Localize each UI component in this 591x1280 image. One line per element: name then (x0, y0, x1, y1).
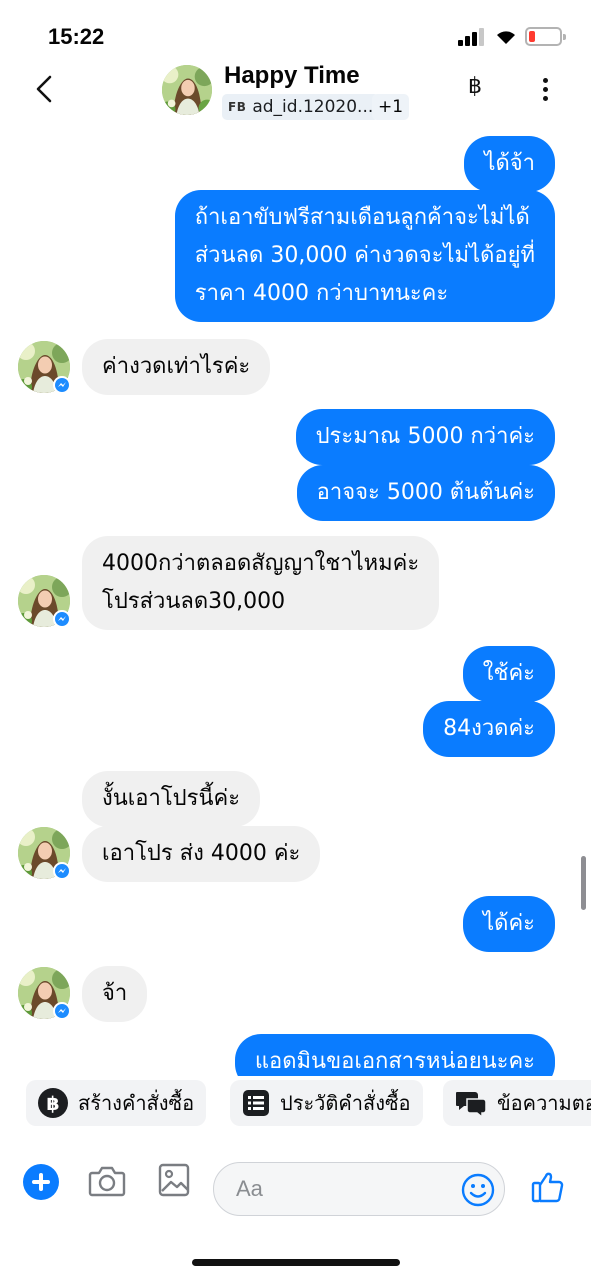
status-bar: 15:22 (0, 0, 591, 60)
thumbs-up-icon[interactable] (530, 1168, 566, 1204)
order-history-label: ประวัติคำสั่งซื้อ (280, 1091, 411, 1115)
sender-avatar[interactable] (18, 967, 70, 1019)
message-text: ส่วนลด 30,000 ค่างวดจะไม่ได้อยู่ที่ (194, 243, 535, 268)
message-text: ราคา 4000 กว่าบาทนะคะ (194, 281, 449, 306)
contact-avatar[interactable] (162, 65, 212, 115)
wifi-icon (497, 31, 515, 44)
message-text: งั้นเอาโปรนี้ค่ะ (102, 786, 241, 811)
message-bubble-incoming[interactable]: ค่างวดเท่าไรค่ะ (82, 339, 271, 395)
message-bubble-outgoing[interactable]: แอดมินขอเอกสารหน่อยนะคะ (234, 1034, 555, 1076)
message-text: ประมาณ 5000 กว่าค่ะ (315, 424, 535, 449)
order-history-button[interactable]: ประวัติคำสั่งซื้อ (230, 1080, 423, 1126)
quick-actions-bar: ฿ สร้างคำสั่งซื้อ ประวัติคำสั่งซื้อ ข้อค… (0, 1076, 591, 1132)
add-attachment-button[interactable] (23, 1164, 59, 1200)
message-text: เอาโปร ส่ง 4000 ค่ะ (102, 841, 301, 866)
message-bubble-outgoing[interactable]: ประมาณ 5000 กว่าค่ะ (295, 409, 555, 465)
baht-circle-icon: ฿ (38, 1088, 68, 1118)
message-bubble-incoming[interactable]: 4000กว่าตลอดสัญญาใชาไหมค่ะ โปรส่วนลด30,0… (82, 536, 440, 630)
chat-bubbles-icon (456, 1092, 487, 1117)
facebook-source-tag: FB (228, 100, 247, 114)
svg-text:฿: ฿ (46, 1093, 59, 1115)
saved-replies-label: ข้อความตอ (497, 1091, 591, 1115)
message-bubble-incoming[interactable]: จ้า (82, 966, 148, 1022)
message-bubble-outgoing[interactable]: 84งวดค่ะ (423, 701, 555, 757)
sender-avatar[interactable] (18, 575, 70, 627)
ad-id-chip[interactable]: FB ad_id.12020... (222, 94, 380, 120)
status-time: 15:22 (48, 24, 105, 49)
message-text: อาจจะ 5000 ต้นต้นค่ะ (316, 480, 535, 505)
message-input-placeholder: Aa (236, 1176, 263, 1201)
message-text: ถ้าเอาขับฟรีสามเดือนลูกค้าจะไม่ได้ (194, 205, 530, 230)
more-options-icon[interactable] (540, 78, 552, 102)
ad-id-label: ad_id.12020... (252, 97, 374, 117)
message-composer: Aa (0, 1150, 591, 1230)
message-text: ได้ค่ะ (483, 911, 535, 936)
message-bubble-outgoing[interactable]: ได้จ้า (464, 136, 555, 192)
extra-tags-count[interactable]: +1 (372, 94, 410, 120)
message-bubble-outgoing[interactable]: ได้ค่ะ (463, 896, 555, 952)
gallery-icon[interactable] (158, 1162, 190, 1198)
scrollbar[interactable] (581, 856, 586, 910)
list-icon (243, 1090, 269, 1116)
message-text: ได้จ้า (484, 151, 535, 176)
create-order-label: สร้างคำสั่งซื้อ (78, 1091, 195, 1115)
message-text: 84งวดค่ะ (443, 716, 535, 741)
camera-icon[interactable] (88, 1164, 126, 1198)
message-bubble-incoming[interactable]: งั้นเอาโปรนี้ค่ะ (82, 771, 261, 827)
contact-name[interactable]: Happy Time (224, 62, 360, 90)
battery-icon (525, 27, 566, 46)
emoji-icon[interactable] (460, 1172, 496, 1208)
message-list[interactable]: ได้จ้า ถ้าเอาขับฟรีสามเดือนลูกค้าจะไม่ได… (0, 128, 591, 1076)
sender-avatar[interactable] (18, 827, 70, 879)
message-text: 4000กว่าตลอดสัญญาใชาไหมค่ะ (102, 551, 420, 576)
cellular-signal-icon (458, 28, 486, 46)
home-indicator[interactable] (192, 1259, 400, 1266)
chat-header: Happy Time FB ad_id.12020... +1 ฿ (0, 60, 591, 128)
create-order-button[interactable]: ฿ สร้างคำสั่งซื้อ (26, 1080, 207, 1126)
saved-replies-button[interactable]: ข้อความตอ (443, 1080, 591, 1126)
message-bubble-incoming[interactable]: เอาโปร ส่ง 4000 ค่ะ (82, 826, 321, 882)
message-bubble-outgoing[interactable]: อาจจะ 5000 ต้นต้นค่ะ (296, 465, 555, 521)
sender-avatar[interactable] (18, 341, 70, 393)
message-text: โปรส่วนลด30,000 (102, 589, 286, 614)
message-text: ค่างวดเท่าไรค่ะ (102, 354, 251, 379)
message-input[interactable]: Aa (213, 1162, 505, 1216)
message-text: จ้า (102, 981, 128, 1006)
message-bubble-outgoing[interactable]: ถ้าเอาขับฟรีสามเดือนลูกค้าจะไม่ได้ ส่วนล… (174, 190, 555, 322)
message-text: แอดมินขอเอกสารหน่อยนะคะ (254, 1049, 535, 1074)
back-button[interactable] (30, 74, 60, 104)
baht-payment-button[interactable]: ฿ (468, 74, 482, 99)
message-bubble-outgoing[interactable]: ใช้ค่ะ (462, 646, 555, 702)
message-text: ใช้ค่ะ (482, 661, 535, 686)
